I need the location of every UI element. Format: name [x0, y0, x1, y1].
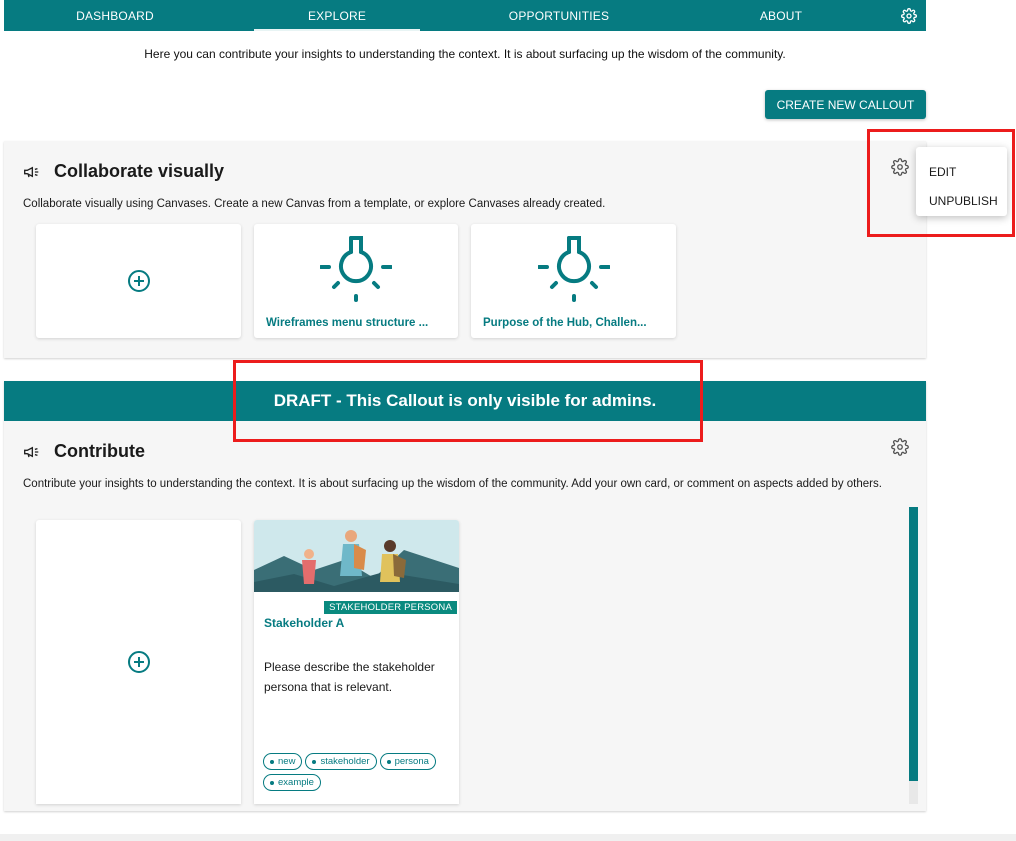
- callout-collaborate-visually: Collaborate visually Collaborate visuall…: [4, 141, 926, 358]
- megaphone-icon: [24, 166, 39, 177]
- tab-dashboard[interactable]: DASHBOARD: [4, 0, 226, 31]
- page: DASHBOARD EXPLORE OPPORTUNITIES ABOUT He…: [0, 0, 1016, 841]
- tag[interactable]: example: [263, 774, 321, 791]
- megaphone-icon: [24, 446, 39, 457]
- persona-badge: STAKEHOLDER PERSONA: [324, 601, 457, 614]
- canvas-title: Wireframes menu structure ...: [266, 317, 429, 329]
- lightbulb-icon: [320, 236, 392, 302]
- canvas-card[interactable]: Wireframes menu structure ...: [254, 224, 458, 338]
- callout-description: Contribute your insights to understandin…: [23, 478, 882, 490]
- canvas-title: Purpose of the Hub, Challen...: [483, 317, 647, 329]
- tag[interactable]: persona: [379, 753, 436, 770]
- callout-description: Collaborate visually using Canvases. Cre…: [23, 198, 606, 210]
- add-canvas-card[interactable]: [36, 224, 241, 338]
- add-post-card[interactable]: [36, 520, 241, 804]
- canvas-card[interactable]: Purpose of the Hub, Challen...: [471, 224, 676, 338]
- footer-strip: [0, 834, 1016, 841]
- highlight-box: [233, 360, 703, 442]
- create-new-callout-button[interactable]: CREATE NEW CALLOUT: [765, 90, 926, 119]
- plus-circle-icon: [127, 651, 150, 673]
- top-navigation: DASHBOARD EXPLORE OPPORTUNITIES ABOUT: [4, 0, 926, 31]
- persona-title[interactable]: Stakeholder A: [264, 616, 344, 630]
- settings-button[interactable]: [892, 0, 926, 31]
- tab-explore[interactable]: EXPLORE: [226, 0, 448, 31]
- gear-icon: [901, 7, 917, 24]
- tab-opportunities[interactable]: OPPORTUNITIES: [448, 0, 670, 31]
- callout-title: Contribute: [54, 441, 145, 461]
- callout-header: Contribute: [23, 441, 145, 462]
- lightbulb-icon: [537, 236, 610, 302]
- persona-description: Please describe the stakeholder persona …: [264, 660, 435, 694]
- tab-about[interactable]: ABOUT: [670, 0, 892, 31]
- tag-list: new stakeholder persona example: [263, 753, 453, 791]
- tag[interactable]: stakeholder: [305, 753, 377, 770]
- callout-settings-gear-icon[interactable]: [891, 438, 909, 456]
- persona-card[interactable]: STAKEHOLDER PERSONA Stakeholder A Please…: [254, 520, 459, 804]
- callout-contribute: DRAFT - This Callout is only visible for…: [4, 381, 926, 811]
- hikers-illustration: [254, 520, 459, 592]
- tag[interactable]: new: [263, 753, 303, 770]
- callout-header: Collaborate visually: [23, 161, 224, 182]
- intro-text: Here you can contribute your insights to…: [144, 47, 786, 61]
- scrollbar-thumb[interactable]: [909, 507, 918, 781]
- highlight-box: [867, 129, 1015, 237]
- plus-circle-icon: [127, 270, 150, 292]
- callout-title: Collaborate visually: [54, 161, 225, 181]
